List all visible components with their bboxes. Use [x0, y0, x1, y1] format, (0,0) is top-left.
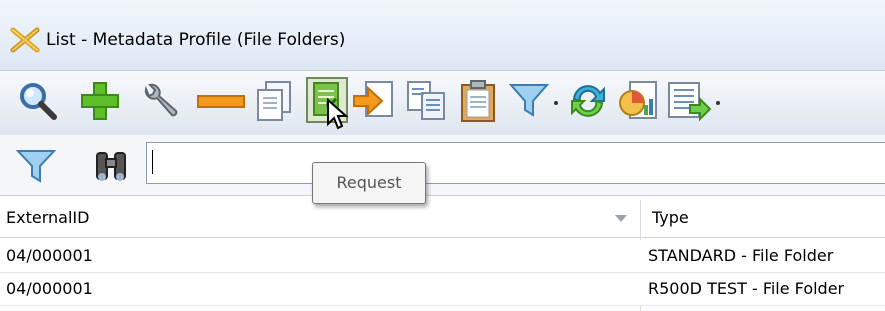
export-button[interactable]: [352, 79, 398, 123]
filter-button[interactable]: [508, 79, 564, 123]
text-cursor: [152, 150, 153, 174]
list-dropdown-icon: [666, 79, 722, 123]
crossed-tools-icon: [10, 26, 40, 54]
copy-button[interactable]: [254, 79, 294, 123]
binoculars-icon: [92, 152, 132, 189]
remove-button[interactable]: [196, 79, 246, 123]
magnifier-icon: [16, 79, 60, 123]
copy-document-icon: [254, 79, 294, 123]
window-title: List - Metadata Profile (File Folders): [46, 30, 346, 50]
cell-externalid: 04/000001: [6, 279, 93, 298]
column-header-type[interactable]: Type: [652, 199, 885, 237]
cell-externalid: 04/000001: [6, 246, 93, 265]
wrench-icon: [138, 79, 182, 123]
sort-indicator-icon: [615, 215, 627, 222]
table-header: ExternalID Type: [0, 199, 885, 238]
report-button[interactable]: [616, 79, 660, 123]
add-button[interactable]: [78, 79, 122, 123]
search-input[interactable]: [146, 142, 885, 184]
mouse-pointer-icon: [326, 97, 350, 134]
table-row[interactable]: 04/000001 R500D TEST - File Folder: [0, 273, 885, 306]
filter-toggle-button[interactable]: [15, 147, 57, 189]
request-tooltip: Request: [312, 162, 426, 204]
list-window: List - Metadata Profile (File Folders) E…: [0, 0, 885, 311]
export-arrow-icon: [352, 79, 398, 123]
table-row[interactable]: 04/000001 STANDARD - File Folder: [0, 240, 885, 273]
edit-button[interactable]: [138, 79, 182, 123]
title-bar: List - Metadata Profile (File Folders): [0, 0, 885, 70]
minus-icon: [196, 79, 246, 123]
cell-type: STANDARD - File Folder: [648, 246, 834, 265]
clipboard-icon: [458, 79, 498, 123]
plus-icon: [78, 79, 122, 123]
cell-type: R500D TEST - File Folder: [648, 279, 845, 298]
find-button[interactable]: [92, 149, 132, 189]
funnel-icon: [15, 150, 57, 189]
toolbar: [0, 70, 885, 136]
refresh-button[interactable]: [566, 79, 610, 123]
column-header-externalid[interactable]: ExternalID: [6, 199, 626, 237]
refresh-icon: [566, 79, 610, 123]
funnel-dropdown-icon: [508, 79, 564, 123]
documents-icon: [404, 79, 450, 123]
clipboard-button[interactable]: [458, 79, 498, 123]
chart-document-icon: [616, 79, 660, 123]
columns-button[interactable]: [666, 79, 722, 123]
print-preview-button[interactable]: [404, 79, 450, 123]
search-button[interactable]: [16, 79, 60, 123]
